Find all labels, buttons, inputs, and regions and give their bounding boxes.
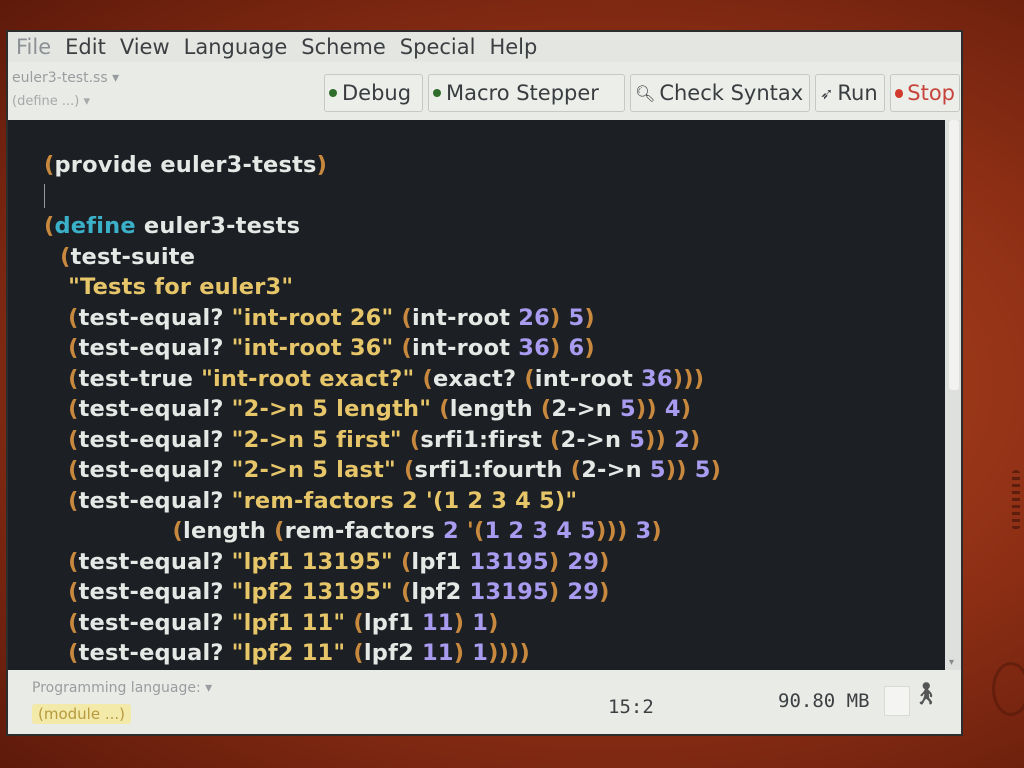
menu-edit[interactable]: Edit [65, 35, 106, 59]
toolbar: euler3-test.ss ▾ (define ...) ▾ Debug Ma… [8, 62, 961, 118]
run-button[interactable]: ➶ Run [815, 74, 885, 112]
code-line: (define euler3-tests [44, 213, 301, 239]
text-caret [44, 184, 45, 208]
code-line: (test-equal? "lpf1 13195" (lpf1 13195) 2… [68, 548, 610, 575]
code-text: (provide euler3-tests) (define euler3-tes… [44, 150, 721, 669]
status-bar: Programming language: ▾ (module ...) 15:… [8, 672, 961, 734]
menu-special[interactable]: Special [400, 35, 476, 59]
code-line: "Tests for euler3" [68, 274, 294, 300]
gc-indicator [884, 686, 910, 716]
cursor-position: 15:2 [608, 696, 654, 718]
code-line: (provide euler3-tests) [44, 152, 328, 178]
check-syntax-button[interactable]: 🔍︎ Check Syntax [630, 74, 810, 112]
code-line: (test-suite [60, 243, 196, 270]
language-label[interactable]: Programming language: ▾ [32, 680, 212, 696]
definitions-editor[interactable]: (provide euler3-tests) (define euler3-tes… [8, 120, 945, 670]
running-man-icon: 🚶︎ [912, 682, 940, 707]
code-line: (test-true "int-root exact?" (exact? (in… [68, 365, 705, 392]
vertical-scrollbar[interactable]: ▾ [945, 120, 961, 670]
menu-bar: File Edit View Language Scheme Special H… [8, 32, 961, 62]
code-line: (test-equal? "lpf2 13195" (lpf2 13195) 2… [68, 579, 610, 605]
menu-scheme[interactable]: Scheme [301, 35, 385, 59]
menu-help[interactable]: Help [489, 35, 537, 59]
menu-file[interactable]: File [16, 35, 51, 59]
code-line: (length (rem-factors 2 '(1 2 3 4 5))) 3) [172, 518, 662, 544]
code-line: (test-equal? "2->n 5 last" (srfi1:fourth… [68, 457, 722, 483]
memory-usage: 90.80 MB [778, 690, 870, 712]
stop-button[interactable]: Stop [890, 74, 960, 112]
runner-icon: ➶ [820, 83, 834, 103]
drscheme-window: File Edit View Language Scheme Special H… [6, 30, 963, 736]
code-line: (test-equal? "int-root 36" (int-root 36)… [68, 335, 595, 361]
scrollbar-thumb[interactable] [949, 120, 959, 390]
code-line: (test-equal? "rem-factors 2 '(1 2 3 4 5)… [68, 487, 578, 514]
code-line: (test-equal? "lpf1 11" (lpf1 11) 1) [68, 609, 499, 636]
language-value[interactable]: (module ...) [32, 704, 131, 724]
code-line: (test-equal? "lpf2 11" (lpf2 11) 1)))) [68, 640, 531, 666]
magnifier-icon: 🔍︎ [635, 83, 656, 103]
menu-view[interactable]: View [120, 35, 170, 59]
scroll-down-arrow-icon[interactable]: ▾ [949, 657, 954, 668]
code-line: (test-equal? "2->n 5 length" (length (2-… [68, 396, 692, 422]
debug-button[interactable]: Debug [324, 74, 423, 112]
filename-popup[interactable]: euler3-test.ss ▾ [12, 70, 119, 86]
code-line [44, 181, 721, 212]
green-dot-icon [329, 89, 337, 97]
code-line: (test-equal? "int-root 26" (int-root 26)… [68, 304, 595, 331]
code-line: (test-equal? "2->n 5 first" (srfi1:first… [68, 426, 701, 453]
define-popup[interactable]: (define ...) ▾ [12, 94, 90, 109]
bezel-knob [992, 662, 1024, 716]
menu-language[interactable]: Language [184, 35, 288, 59]
macro-stepper-button[interactable]: Macro Stepper [428, 74, 625, 112]
speaker-grille [1012, 470, 1020, 530]
red-dot-icon [895, 88, 904, 98]
green-dot-icon [433, 89, 441, 97]
